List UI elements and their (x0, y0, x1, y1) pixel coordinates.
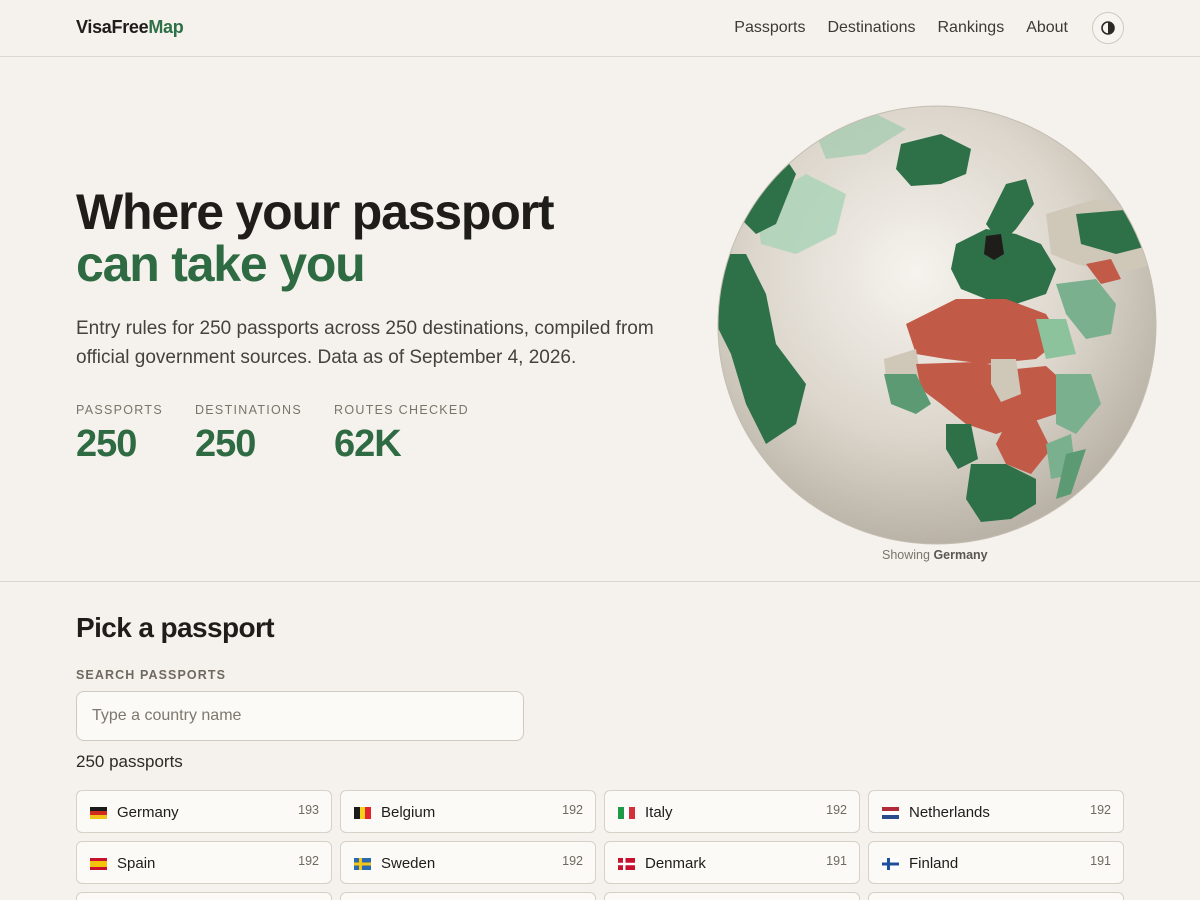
passport-card-netherlands[interactable]: Netherlands 192 (868, 790, 1124, 833)
passport-card-germany[interactable]: Germany 193 (76, 790, 332, 833)
passport-score: 191 (1090, 854, 1111, 868)
main-nav: Passports Destinations Rankings About (734, 19, 1068, 37)
passport-score: 192 (298, 854, 319, 868)
passport-name: Germany (117, 804, 179, 821)
site-logo[interactable]: VisaFreeMap (76, 17, 184, 38)
search-passports-input[interactable] (76, 691, 524, 741)
passport-card-denmark[interactable]: Denmark 191 (604, 841, 860, 884)
passport-card-sweden[interactable]: Sweden 192 (340, 841, 596, 884)
passport-card-belgium[interactable]: Belgium 192 (340, 790, 596, 833)
top-navigation-bar: VisaFreeMap Passports Destinations Ranki… (0, 0, 1200, 57)
nav-link-rankings[interactable]: Rankings (937, 19, 1004, 37)
passport-grid: Germany 193 Belgium 192 Italy 192 Nether… (76, 790, 1124, 900)
logo-text-visafree: VisaFree (76, 17, 149, 37)
stat-value: 250 (76, 423, 137, 465)
hero-title-line2: can take you (76, 236, 366, 292)
stat-destinations: DESTINATIONS 250 (195, 403, 302, 466)
stat-label: PASSPORTS (76, 403, 163, 417)
stats-row: PASSPORTS 250 DESTINATIONS 250 ROUTES CH… (76, 403, 501, 466)
globe-svg (717, 105, 1157, 545)
hero-title: Where your passport can take you (76, 184, 555, 292)
nav-link-passports[interactable]: Passports (734, 19, 805, 37)
stat-routes-checked: ROUTES CHECKED 62K (334, 403, 469, 466)
passport-name: Italy (645, 804, 673, 821)
stat-value: 62K (334, 423, 402, 465)
passport-card-partial[interactable] (76, 892, 332, 900)
passport-name: Spain (117, 855, 156, 872)
passport-card-partial[interactable] (604, 892, 860, 900)
germany-flag-icon (90, 807, 107, 819)
globe-caption-prefix: Showing (882, 548, 930, 562)
denmark-flag-icon (618, 858, 635, 870)
passport-card-partial[interactable] (340, 892, 596, 900)
passport-score: 192 (562, 854, 583, 868)
hero-title-line1: Where your passport (76, 184, 555, 240)
passport-name: Netherlands (909, 804, 990, 821)
passport-name: Sweden (381, 855, 436, 872)
passport-card-italy[interactable]: Italy 192 (604, 790, 860, 833)
passport-score: 192 (562, 803, 583, 817)
finland-flag-icon (882, 858, 899, 870)
stat-value: 250 (194, 423, 256, 465)
contrast-icon (1101, 21, 1115, 35)
passport-name: Finland (909, 855, 959, 872)
italy-flag-icon (618, 807, 635, 819)
passport-score: 193 (298, 803, 319, 817)
passport-name: Denmark (645, 855, 706, 872)
passport-card-finland[interactable]: Finland 191 (868, 841, 1124, 884)
theme-toggle-button[interactable] (1092, 12, 1124, 44)
globe-map[interactable] (716, 104, 1158, 546)
stat-label: ROUTES CHECKED (334, 403, 469, 417)
hero-description: Entry rules for 250 passports across 250… (76, 318, 654, 368)
passport-name: Belgium (381, 804, 436, 821)
search-passports-label: SEARCH PASSPORTS (76, 668, 227, 682)
nav-link-destinations[interactable]: Destinations (827, 19, 915, 37)
logo-text-map: Map (148, 17, 184, 37)
globe-caption-country: Germany (933, 548, 988, 562)
netherlands-flag-icon (882, 807, 899, 819)
section-divider (0, 581, 1200, 582)
passport-score: 191 (826, 854, 847, 868)
stat-passports: PASSPORTS 250 (76, 403, 163, 466)
stat-label: DESTINATIONS (194, 403, 303, 417)
passport-score: 192 (1090, 803, 1111, 817)
globe-caption: Showing Germany (882, 548, 988, 562)
passport-score: 192 (826, 803, 847, 817)
spain-flag-icon (90, 858, 107, 870)
belgium-flag-icon (354, 807, 371, 819)
pick-passport-heading: Pick a passport (76, 612, 275, 643)
passport-card-spain[interactable]: Spain 192 (76, 841, 332, 884)
passport-count: 250 passports (76, 752, 183, 771)
sweden-flag-icon (354, 858, 371, 870)
nav-link-about[interactable]: About (1026, 19, 1068, 37)
passport-card-partial[interactable] (868, 892, 1124, 900)
